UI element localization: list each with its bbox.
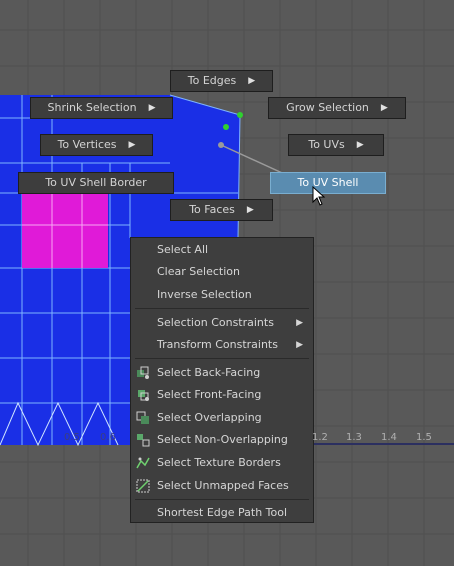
menu-item-label: Select Texture Borders xyxy=(157,456,281,469)
menu-item-select-unmapped-faces[interactable]: Select Unmapped Faces xyxy=(131,476,313,496)
selected-vertex[interactable] xyxy=(223,124,229,130)
menu-item-transform-constraints[interactable]: Transform Constraints ▶ xyxy=(131,335,313,355)
menu-item-label: Clear Selection xyxy=(157,265,240,278)
submenu-arrow-icon: ▶ xyxy=(356,140,364,150)
menu-item-shortest-edge-path-tool[interactable]: Shortest Edge Path Tool xyxy=(131,503,313,523)
menu-item-label: Select Back-Facing xyxy=(157,366,261,379)
to-uv-shell-label: To UV Shell xyxy=(297,176,359,189)
to-uvs-label: To UVs xyxy=(308,138,345,151)
axis-tick-label: 0.5 xyxy=(64,432,80,443)
menu-divider xyxy=(135,358,309,359)
menu-item-inverse-selection[interactable]: Inverse Selection xyxy=(131,285,313,305)
axis-tick-label: 1.3 xyxy=(346,432,362,443)
highlighted-faces xyxy=(22,193,108,268)
non-overlapping-icon xyxy=(137,434,150,447)
front-facing-icon xyxy=(138,390,149,401)
axis-tick-label: 1.2 xyxy=(312,432,328,443)
menu-item-select-front-facing[interactable]: Select Front-Facing xyxy=(131,385,313,405)
grow-selection-label: Grow Selection xyxy=(286,101,369,114)
selection-context-menu: Select All Clear Selection Inverse Selec… xyxy=(130,237,314,523)
menu-divider xyxy=(135,308,309,309)
menu-item-label: Select All xyxy=(157,243,209,256)
to-uv-shell-border-item[interactable]: To UV Shell Border xyxy=(18,172,174,194)
unmapped-faces-icon xyxy=(136,479,150,493)
back-facing-icon xyxy=(137,366,149,379)
submenu-arrow-icon: ▶ xyxy=(296,318,303,328)
overlapping-icon xyxy=(136,411,149,424)
to-vertices-item[interactable]: To Vertices ▶ xyxy=(40,134,153,156)
menu-item-select-all[interactable]: Select All xyxy=(131,240,313,260)
to-uv-shell-border-label: To UV Shell Border xyxy=(45,176,147,189)
menu-item-label: Select Non-Overlapping xyxy=(157,433,288,446)
shrink-selection-label: Shrink Selection xyxy=(47,101,137,114)
menu-item-select-texture-borders[interactable]: Select Texture Borders xyxy=(131,453,313,473)
axis-tick-label: 1.4 xyxy=(381,432,397,443)
menu-divider xyxy=(135,499,309,500)
menu-item-select-overlapping[interactable]: Select Overlapping xyxy=(131,408,313,428)
to-edges-item[interactable]: To Edges ▶ xyxy=(170,70,273,92)
axis-tick-label: 0.6 xyxy=(100,432,116,443)
menu-item-label: Select Overlapping xyxy=(157,411,262,424)
grow-selection-item[interactable]: Grow Selection ▶ xyxy=(268,97,406,119)
menu-item-label: Shortest Edge Path Tool xyxy=(157,506,288,519)
menu-item-select-non-overlapping[interactable]: Select Non-Overlapping xyxy=(131,430,313,450)
axis-tick-label: 1.5 xyxy=(416,432,432,443)
submenu-arrow-icon: ▶ xyxy=(296,340,303,350)
selected-vertex[interactable] xyxy=(237,112,243,118)
menu-item-label: Transform Constraints xyxy=(157,338,278,351)
to-uv-shell-item[interactable]: To UV Shell xyxy=(270,172,386,194)
to-edges-label: To Edges xyxy=(187,74,237,87)
submenu-arrow-icon: ▶ xyxy=(246,205,254,215)
menu-item-label: Select Unmapped Faces xyxy=(157,479,289,492)
menu-item-clear-selection[interactable]: Clear Selection xyxy=(131,262,313,282)
submenu-arrow-icon: ▶ xyxy=(148,103,156,113)
to-faces-item[interactable]: To Faces ▶ xyxy=(170,199,273,221)
to-vertices-label: To Vertices xyxy=(57,138,117,151)
menu-item-label: Inverse Selection xyxy=(157,288,252,301)
to-faces-label: To Faces xyxy=(189,203,235,216)
menu-item-select-back-facing[interactable]: Select Back-Facing xyxy=(131,363,313,383)
submenu-arrow-icon: ▶ xyxy=(380,103,388,113)
mouse-cursor-icon xyxy=(312,186,326,206)
to-uvs-item[interactable]: To UVs ▶ xyxy=(288,134,384,156)
submenu-arrow-icon: ▶ xyxy=(248,76,256,86)
submenu-arrow-icon: ▶ xyxy=(128,140,136,150)
menu-item-label: Selection Constraints xyxy=(157,316,274,329)
shrink-selection-item[interactable]: Shrink Selection ▶ xyxy=(30,97,173,119)
texture-borders-icon xyxy=(136,457,150,469)
menu-item-label: Select Front-Facing xyxy=(157,388,262,401)
menu-item-selection-constraints[interactable]: Selection Constraints ▶ xyxy=(131,313,313,333)
